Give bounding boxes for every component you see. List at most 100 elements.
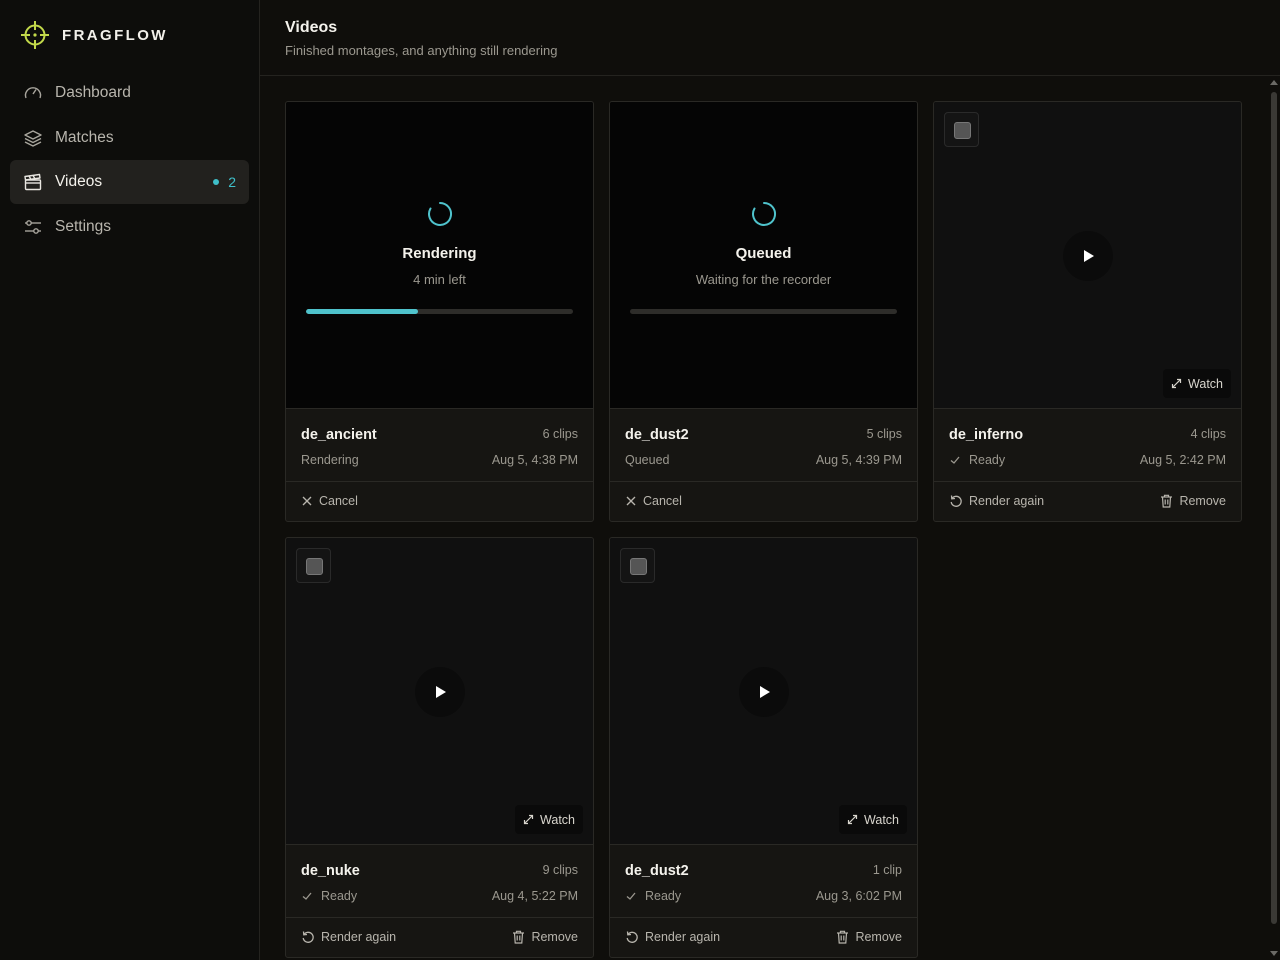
- video-date: Aug 5, 4:38 PM: [491, 453, 578, 467]
- refresh-icon: [626, 931, 638, 943]
- watch-label: Watch: [540, 812, 575, 827]
- map-name: de_inferno: [949, 427, 1024, 443]
- sidebar-item-videos[interactable]: Videos 2: [10, 160, 249, 204]
- watch-label: Watch: [1188, 376, 1223, 391]
- status-label: Queued: [625, 453, 670, 467]
- video-thumbnail[interactable]: Watch: [610, 538, 917, 845]
- render-again-button[interactable]: Render again: [301, 930, 396, 944]
- scroll-up-icon[interactable]: [1270, 80, 1278, 85]
- trash-icon: [1161, 494, 1173, 508]
- watch-button[interactable]: Watch: [839, 805, 907, 834]
- check-icon: [950, 456, 960, 464]
- render-again-label: Render again: [969, 494, 1045, 508]
- watch-label: Watch: [864, 812, 899, 827]
- play-button[interactable]: [415, 667, 465, 717]
- refresh-icon: [950, 495, 962, 507]
- play-icon: [1084, 250, 1094, 262]
- video-date: Aug 5, 2:42 PM: [1139, 453, 1226, 467]
- check-icon: [626, 892, 636, 900]
- video-date: Aug 3, 6:02 PM: [815, 889, 902, 903]
- map-name: de_dust2: [625, 427, 689, 443]
- render-again-button[interactable]: Render again: [949, 494, 1044, 508]
- video-date: Aug 5, 4:39 PM: [815, 453, 902, 467]
- map-name: de_dust2: [625, 863, 689, 879]
- progress-fill: [306, 309, 419, 314]
- sidebar-item-matches[interactable]: Matches: [10, 116, 249, 160]
- trash-icon: [513, 930, 525, 944]
- badge-dot-icon: [213, 179, 220, 185]
- card-actions: Render again Remove: [610, 919, 917, 957]
- video-status: Queued: [625, 453, 669, 467]
- video-card: Watch de_nuke 9 clips Ready Aug 4, 5:22 …: [285, 537, 594, 958]
- sidebar-item-settings[interactable]: Settings: [10, 205, 249, 249]
- clapperboard-icon: [23, 172, 43, 192]
- video-thumbnail[interactable]: Watch: [286, 538, 593, 845]
- page-subtitle: Finished montages, and anything still re…: [285, 43, 558, 58]
- close-icon: [302, 496, 312, 506]
- video-status: Ready: [301, 889, 357, 903]
- brand-name: FRAGFLOW: [62, 26, 168, 44]
- video-thumbnail: Queued Waiting for the recorder: [610, 102, 917, 409]
- watch-button[interactable]: Watch: [515, 805, 583, 834]
- gauge-icon: [23, 83, 43, 103]
- status-badge: 2: [213, 174, 236, 190]
- status-label: Ready: [645, 889, 682, 903]
- select-checkbox[interactable]: [620, 548, 655, 583]
- scroll-down-icon[interactable]: [1270, 951, 1278, 956]
- video-card: Queued Waiting for the recorder de_dust2…: [609, 101, 918, 522]
- cancel-button[interactable]: Cancel: [625, 494, 682, 508]
- render-progress-bar: [630, 309, 897, 314]
- video-status: Rendering: [301, 453, 359, 467]
- play-button[interactable]: [1063, 231, 1113, 281]
- sidebar-item-label: Settings: [55, 217, 112, 235]
- video-status: Ready: [949, 453, 1005, 467]
- cancel-label: Cancel: [319, 494, 358, 508]
- status-label: Ready: [969, 453, 1006, 467]
- status-label: Rendering: [301, 453, 359, 467]
- clip-count: 5 clips: [866, 427, 902, 441]
- crosshair-logo-icon: [21, 21, 49, 49]
- video-info: de_ancient 6 clips Rendering Aug 5, 4:38…: [286, 410, 593, 482]
- spinner-icon: [428, 202, 452, 226]
- close-icon: [626, 496, 636, 506]
- remove-button[interactable]: Remove: [1160, 494, 1226, 508]
- render-state-subtitle: Waiting for the recorder: [695, 272, 832, 287]
- expand-icon: [523, 814, 534, 825]
- select-checkbox[interactable]: [944, 112, 979, 147]
- card-actions: Render again Remove: [286, 919, 593, 957]
- render-state-title: Rendering: [402, 245, 477, 262]
- play-icon: [760, 686, 770, 698]
- watch-button[interactable]: Watch: [1163, 369, 1231, 398]
- render-state-title: Queued: [735, 245, 792, 262]
- map-name: de_nuke: [301, 863, 360, 879]
- video-info: de_nuke 9 clips Ready Aug 4, 5:22 PM: [286, 846, 593, 918]
- play-button[interactable]: [739, 667, 789, 717]
- map-name: de_ancient: [301, 427, 377, 443]
- video-info: de_dust2 1 clip Ready Aug 3, 6:02 PM: [610, 846, 917, 918]
- clip-count: 9 clips: [542, 863, 578, 877]
- trash-icon: [837, 930, 849, 944]
- brand[interactable]: FRAGFLOW: [20, 20, 168, 50]
- video-info: de_dust2 5 clips Queued Aug 5, 4:39 PM: [610, 410, 917, 482]
- remove-button[interactable]: Remove: [836, 930, 902, 944]
- layers-icon: [23, 128, 43, 148]
- sidebar-item-label: Matches: [55, 128, 114, 146]
- cancel-button[interactable]: Cancel: [301, 494, 358, 508]
- select-checkbox[interactable]: [296, 548, 331, 583]
- scrollbar-thumb[interactable]: [1271, 92, 1277, 924]
- video-info: de_inferno 4 clips Ready Aug 5, 2:42 PM: [934, 410, 1241, 482]
- sliders-icon: [23, 217, 43, 237]
- video-date: Aug 4, 5:22 PM: [491, 889, 578, 903]
- sidebar-item-label: Videos: [55, 173, 103, 190]
- page-title: Videos: [285, 19, 338, 36]
- render-progress-bar: [306, 309, 573, 314]
- expand-icon: [847, 814, 858, 825]
- remove-button[interactable]: Remove: [512, 930, 578, 944]
- sidebar: FRAGFLOW Dashboard Matches Videos 2 Sett…: [0, 0, 260, 960]
- card-actions: Cancel: [286, 483, 593, 521]
- refresh-icon: [302, 931, 314, 943]
- scrollbar[interactable]: [1268, 76, 1280, 960]
- video-thumbnail[interactable]: Watch: [934, 102, 1241, 409]
- sidebar-item-dashboard[interactable]: Dashboard: [10, 71, 249, 115]
- render-again-button[interactable]: Render again: [625, 930, 720, 944]
